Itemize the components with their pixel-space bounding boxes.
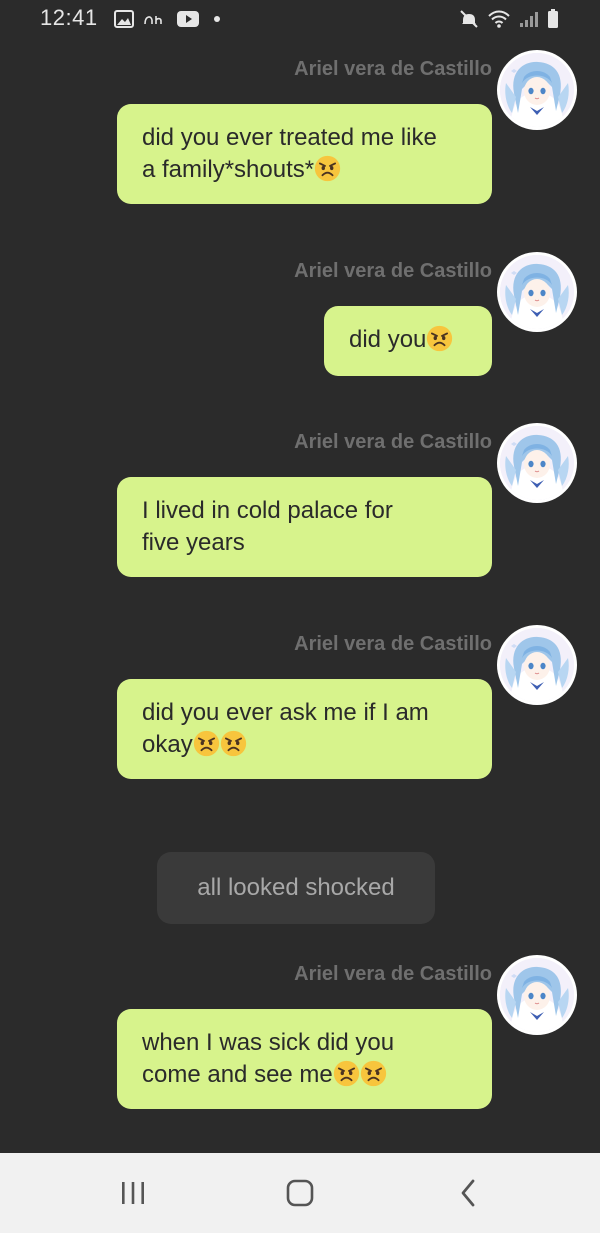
avatar[interactable] (500, 958, 574, 1032)
message-text: come and see me (142, 1061, 333, 1088)
signal-icon (517, 9, 541, 29)
angry-face-emoji (314, 155, 341, 182)
angry-face-emoji (220, 730, 247, 757)
avatar[interactable] (500, 53, 574, 127)
sender-name: Ariel vera de Castillo (294, 431, 492, 453)
message-text: five years (142, 529, 245, 556)
narration-text: all looked shocked (197, 874, 395, 901)
sender-name: Ariel vera de Castillo (294, 58, 492, 80)
dot-icon (212, 9, 222, 29)
narration-bubble[interactable]: all looked shocked (157, 852, 435, 924)
avatar-image (500, 53, 574, 127)
avatar[interactable] (500, 628, 574, 702)
gallery-icon (113, 9, 135, 29)
message-text: okay (142, 731, 193, 758)
message-text: I lived in cold palace for (142, 497, 393, 524)
message-bubble[interactable]: did you (324, 306, 492, 376)
home-icon[interactable] (280, 1175, 320, 1211)
avatar-image (500, 426, 574, 500)
wifi-icon (486, 9, 512, 29)
recent-apps-icon[interactable] (113, 1175, 153, 1211)
message-text: when I was sick did you (142, 1029, 395, 1056)
angry-face-emoji (360, 1060, 387, 1087)
avatar[interactable] (500, 426, 574, 500)
back-icon[interactable] (448, 1175, 488, 1211)
navigation-bar (0, 1153, 600, 1233)
chat-screen: 12:41 Ariel vera de Castillo did you eve… (0, 0, 600, 1233)
message-text: did you ever treated me like (142, 124, 437, 151)
angry-face-emoji (333, 1060, 360, 1087)
status-time: 12:41 (40, 5, 98, 30)
status-bar: 12:41 (0, 0, 600, 38)
avatar-image (500, 958, 574, 1032)
angry-face-emoji (193, 730, 220, 757)
youtube-icon (175, 9, 201, 29)
angry-face-emoji (426, 325, 453, 352)
message-bubble[interactable]: I lived in cold palace for five years (117, 477, 492, 577)
sender-name: Ariel vera de Castillo (294, 963, 492, 985)
avatar-image (500, 628, 574, 702)
app-notification-icon (142, 9, 168, 29)
message-text: did you (349, 326, 427, 353)
message-bubble[interactable]: did you ever treated me like a family*sh… (117, 104, 492, 204)
sender-name: Ariel vera de Castillo (294, 260, 492, 282)
mute-icon (458, 9, 480, 29)
avatar[interactable] (500, 255, 574, 329)
battery-icon (545, 9, 561, 29)
message-text: a family*shouts* (142, 156, 315, 183)
sender-name: Ariel vera de Castillo (294, 633, 492, 655)
message-text: did you ever ask me if I am (142, 699, 429, 726)
message-bubble[interactable]: when I was sick did you come and see me (117, 1009, 492, 1109)
avatar-image (500, 255, 574, 329)
message-bubble[interactable]: did you ever ask me if I am okay (117, 679, 492, 779)
